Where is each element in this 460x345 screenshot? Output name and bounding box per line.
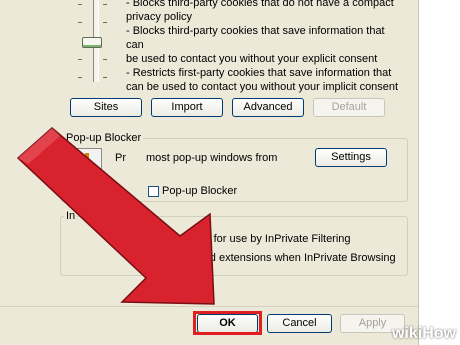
red-arrow-shape xyxy=(16,127,215,305)
watermark-how: How xyxy=(422,325,456,342)
red-arrow-icon xyxy=(16,127,215,305)
wikihow-watermark: wikiHow xyxy=(392,325,456,343)
watermark-wiki: wiki xyxy=(391,325,423,342)
